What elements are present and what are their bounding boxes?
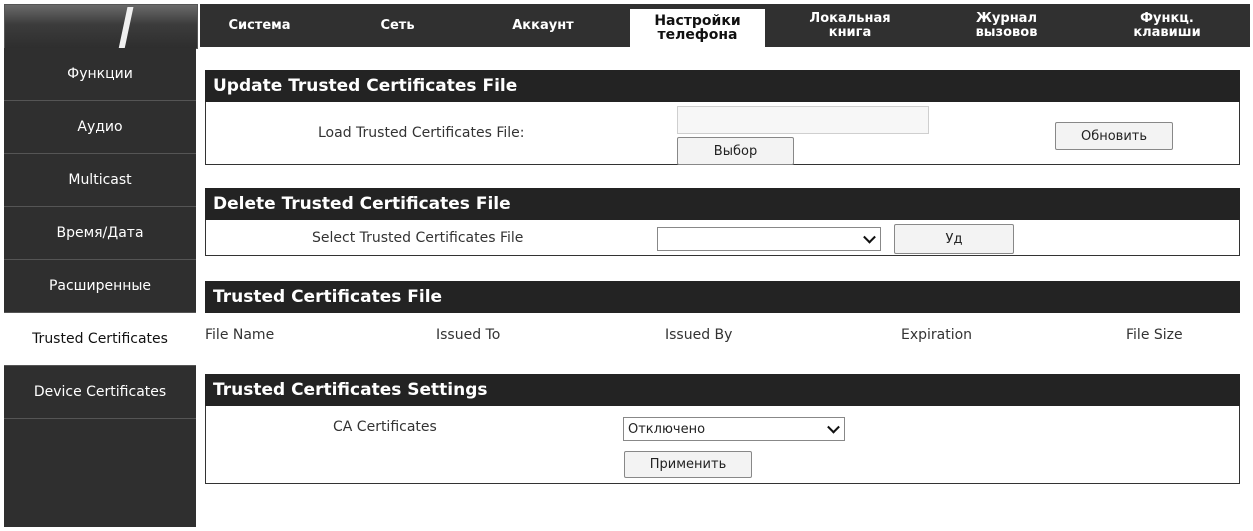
load-file-label: Load Trusted Certificates File: — [318, 125, 525, 141]
sidebar-item-multicast[interactable]: Multicast — [4, 154, 196, 207]
sidebar-item-advanced[interactable]: Расширенные — [4, 260, 196, 313]
tab-phone-settings[interactable]: Настройки телефона — [630, 9, 765, 47]
apply-button[interactable]: Применить — [624, 451, 752, 478]
column-file-size: File Size — [1126, 327, 1183, 343]
column-expiration: Expiration — [901, 327, 973, 343]
delete-button[interactable]: Уд — [894, 224, 1014, 254]
sidebar-item-trusted-certificates[interactable]: Trusted Certificates — [4, 313, 196, 366]
tab-function-keys[interactable]: Функц. клавиши — [1117, 4, 1217, 47]
brand-logo — [4, 4, 198, 49]
update-button[interactable]: Обновить — [1055, 122, 1173, 150]
column-issued-by: Issued By — [665, 327, 733, 343]
tab-call-log[interactable]: Журнал вызовов — [964, 4, 1049, 47]
browse-button[interactable]: Выбор — [677, 137, 794, 165]
settings-section-title: Trusted Certificates Settings — [205, 374, 1240, 406]
ca-certificates-label: CA Certificates — [333, 419, 437, 435]
certificate-file-select[interactable] — [657, 227, 881, 251]
sidebar: Функции Аудио Multicast Время/Дата Расши… — [4, 48, 196, 527]
chevron-down-icon — [827, 420, 840, 434]
ca-certificates-select-value: Отключено — [628, 421, 706, 437]
tab-account[interactable]: Аккаунт — [498, 4, 588, 47]
files-section-title: Trusted Certificates File — [205, 281, 1240, 313]
column-issued-to: Issued To — [436, 327, 501, 343]
ca-certificates-select[interactable]: Отключено — [623, 417, 845, 441]
file-path-field[interactable] — [677, 106, 929, 134]
logo-slash-mark — [118, 7, 134, 49]
chevron-down-icon — [863, 230, 876, 244]
delete-section-title: Delete Trusted Certificates File — [205, 188, 1240, 220]
column-file-name: File Name — [205, 327, 275, 343]
top-nav: Система Сеть Аккаунт Настройки телефона … — [200, 4, 1250, 47]
tab-local-book[interactable]: Локальная книга — [800, 4, 900, 47]
sidebar-item-time-date[interactable]: Время/Дата — [4, 207, 196, 260]
tab-system[interactable]: Система — [212, 4, 307, 47]
sidebar-item-audio[interactable]: Аудио — [4, 101, 196, 154]
select-file-label: Select Trusted Certificates File — [312, 230, 524, 246]
tab-network[interactable]: Сеть — [365, 4, 430, 47]
update-section-title: Update Trusted Certificates File — [205, 70, 1240, 102]
page: Система Сеть Аккаунт Настройки телефона … — [0, 0, 1253, 531]
sidebar-item-features[interactable]: Функции — [4, 48, 196, 101]
sidebar-item-device-certificates[interactable]: Device Certificates — [4, 366, 196, 419]
